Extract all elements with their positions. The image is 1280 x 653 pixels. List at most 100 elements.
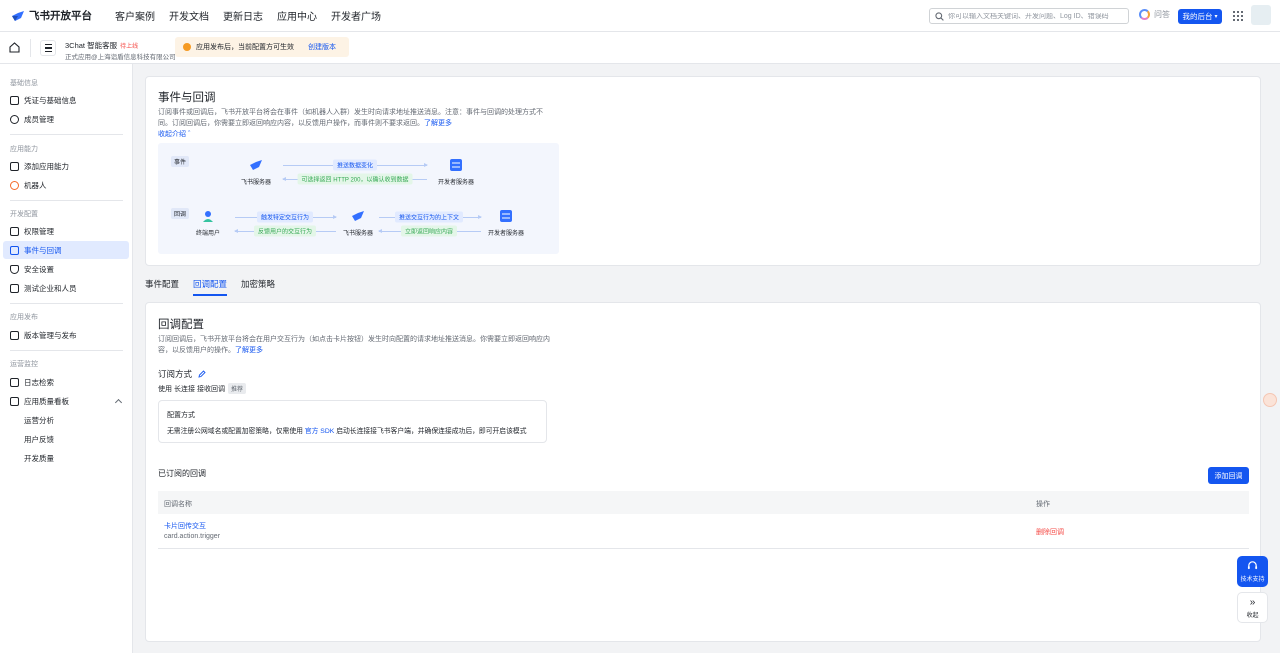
user-icon <box>10 114 19 124</box>
sidebar-item-label: 权限管理 <box>24 226 54 236</box>
search-box[interactable] <box>929 8 1129 24</box>
config-method-box: 配置方式 无需注册公网域名或配置加密策略，仅需使用 官方 SDK 启动长连接接飞… <box>158 400 547 443</box>
add-callback-button[interactable]: 添加回调 <box>1208 467 1249 484</box>
chevron-down-icon: ▾ <box>1214 14 1218 20</box>
sidebar-item-events[interactable]: 事件与回调 <box>3 241 129 259</box>
nav-customer-cases[interactable]: 客户案例 <box>115 8 155 23</box>
sidebar-item-security[interactable]: 安全设置 <box>3 260 129 278</box>
create-version-link[interactable]: 创建版本 <box>308 42 336 52</box>
sidebar-item-label: 开发质量 <box>24 453 54 463</box>
feishu-logo-icon <box>250 160 262 170</box>
collapse-intro-label: 收起介绍 <box>158 131 186 138</box>
feishu-logo-icon <box>12 10 24 21</box>
sidebar-item-members[interactable]: 成员管理 <box>3 110 129 128</box>
learn-more-link[interactable]: 了解更多 <box>235 347 263 354</box>
sidebar-item-dev-quality[interactable]: 开发质量 <box>3 449 129 467</box>
server-icon <box>500 210 512 222</box>
sidebar-item-test-company[interactable]: 测试企业和人员 <box>3 279 129 297</box>
subscribed-callbacks-title: 已订阅的回调 <box>158 469 206 478</box>
my-console-label: 我的后台 <box>1182 12 1213 21</box>
callback-desc-line2-text: 容，以反馈用户的操作。 <box>158 347 235 354</box>
double-chevron-right-icon: » <box>1249 596 1256 608</box>
ask-icon <box>1139 9 1150 20</box>
edit-icon[interactable] <box>198 370 206 378</box>
callback-code: card.action.trigger <box>164 533 221 540</box>
app-status-badge: 待上线 <box>120 44 139 50</box>
official-sdk-link[interactable]: 官方 SDK <box>305 428 334 435</box>
sidebar-item-label: 添加应用能力 <box>24 161 69 171</box>
tab-encryption[interactable]: 加密策略 <box>241 278 275 296</box>
nav-docs[interactable]: 开发文档 <box>169 8 209 23</box>
ask-label: 问答 <box>1154 10 1170 19</box>
assistant-bubble-icon[interactable] <box>1263 393 1277 407</box>
search-icon <box>935 11 944 21</box>
sidebar-item-ops-analysis[interactable]: 运营分析 <box>3 411 129 429</box>
sidebar-group-dev: 开发配置 <box>10 211 38 218</box>
table-header: 回调名称 操作 <box>158 491 1249 514</box>
callback-description: 订阅回调后，飞书开放平台将会在用户交互行为（如点击卡片按钮）发生时向配置的请求地… <box>158 334 558 356</box>
event-tag: 事件 <box>171 156 190 167</box>
config-method-title: 配置方式 <box>167 412 195 419</box>
feishu-logo-icon <box>352 211 364 221</box>
recommend-badge: 推荐 <box>228 383 247 394</box>
learn-more-link[interactable]: 了解更多 <box>424 120 452 127</box>
search-input[interactable] <box>948 12 1128 20</box>
version-icon <box>10 330 19 340</box>
brand-logo[interactable]: 飞书开放平台 <box>11 8 101 23</box>
use-suffix: 接收回调 <box>197 385 225 393</box>
sidebar: 基础信息 凭证与基础信息 成员管理 应用能力 添加应用能力 机器人 开发配置 权… <box>0 64 133 653</box>
user-icon <box>203 211 213 222</box>
app-name: 3Chat 智能客服 待上线 <box>65 40 138 51</box>
building-icon <box>10 283 19 293</box>
intro-description: 订阅事件或回调后，飞书开放平台将会在事件（如机器人入群）发生时向请求地址推送消息… <box>158 107 558 129</box>
intro-desc-line1: 订阅事件或回调后，飞书开放平台将会在事件（如机器人入群）发生时向请求地址推送消息… <box>158 109 543 116</box>
sidebar-item-label: 凭证与基础信息 <box>24 95 77 105</box>
mode-name: 长连接 <box>174 385 195 393</box>
config-tabs: 事件配置 回调配置 加密策略 <box>145 278 289 296</box>
my-console-button[interactable]: 我的后台 ▾ <box>1178 9 1222 24</box>
sidebar-item-label: 运营分析 <box>24 415 54 425</box>
nav-changelog[interactable]: 更新日志 <box>223 8 263 23</box>
sidebar-item-credentials[interactable]: 凭证与基础信息 <box>3 91 129 109</box>
sidebar-item-label: 安全设置 <box>24 264 54 274</box>
app-grid-icon[interactable] <box>1233 11 1243 21</box>
brand-name: 飞书开放平台 <box>29 10 92 22</box>
collapse-label: 收起 <box>1246 612 1259 619</box>
headset-icon <box>1247 561 1258 570</box>
id-card-icon <box>10 95 19 105</box>
sidebar-item-quality[interactable]: 应用质量看板 <box>3 392 129 410</box>
tab-callback-config[interactable]: 回调配置 <box>193 278 228 296</box>
subscription-mode-line: 使用 长连接 接收回调 推荐 <box>158 383 247 394</box>
sidebar-item-user-feedback[interactable]: 用户反馈 <box>3 430 129 448</box>
tech-support-label: 技术支持 <box>1240 577 1265 583</box>
collapse-button[interactable]: » 收起 <box>1237 592 1268 623</box>
callback-desc-line2: 容，以反馈用户的操作。了解更多 <box>158 345 558 356</box>
table-row: 卡片回传交互 card.action.trigger 删除回调 <box>158 514 1249 549</box>
nav-developer-plaza[interactable]: 开发者广场 <box>331 8 381 23</box>
user-avatar[interactable] <box>1251 5 1271 25</box>
callback-name[interactable]: 卡片回传交互 <box>164 521 206 531</box>
sidebar-item-logs[interactable]: 日志检索 <box>3 373 129 391</box>
sidebar-group-basic: 基础信息 <box>10 80 38 87</box>
tech-support-button[interactable]: 技术支持 <box>1237 556 1268 587</box>
sidebar-item-versions[interactable]: 版本管理与发布 <box>3 326 129 344</box>
sidebar-item-add-capability[interactable]: 添加应用能力 <box>3 157 129 175</box>
delete-callback-link[interactable]: 删除回调 <box>1036 527 1064 537</box>
node-label: 飞书服务器 <box>342 231 373 237</box>
log-search-icon <box>10 377 19 387</box>
grid-plus-icon <box>10 161 19 171</box>
sidebar-item-permissions[interactable]: 权限管理 <box>3 222 129 240</box>
home-icon[interactable] <box>9 42 20 53</box>
server-icon <box>450 159 462 171</box>
return-http-label: 可选择返回 HTTP 200，以确认收到数据 <box>297 173 413 185</box>
sidebar-item-label: 日志检索 <box>24 377 54 387</box>
collapse-intro-link[interactable]: 收起介绍 ˆ <box>158 129 190 140</box>
nav-app-center[interactable]: 应用中心 <box>277 8 317 23</box>
intro-desc-line2: 同。订阅回调后，你需要立即返回响应内容，以反馈用户操作，而事件则不要求返回。了解… <box>158 118 558 129</box>
feishu-server-node: 飞书服务器 <box>231 158 281 186</box>
end-user-node: 终端用户 <box>183 209 233 237</box>
ask-button[interactable]: 问答 <box>1139 9 1170 20</box>
tab-event-config[interactable]: 事件配置 <box>145 278 179 296</box>
column-header-name: 回调名称 <box>164 501 192 508</box>
sidebar-item-robot[interactable]: 机器人 <box>3 176 129 194</box>
